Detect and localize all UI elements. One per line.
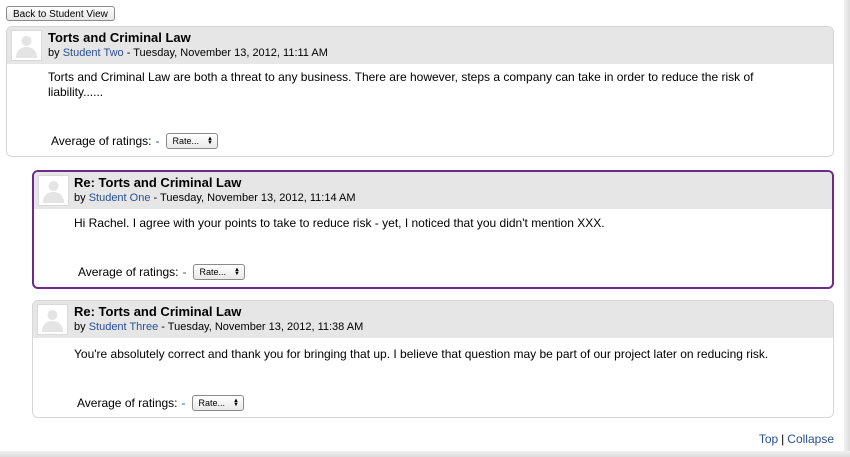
- window-shadow-bottom: [0, 451, 850, 457]
- post-message: Torts and Criminal Law are both a threat…: [48, 70, 754, 99]
- rate-select[interactable]: Rate... ▲ ▼: [191, 395, 244, 411]
- post-title: Re: Torts and Criminal Law: [74, 175, 242, 190]
- ratings-row: Average of ratings: - Rate... ▲ ▼: [78, 264, 245, 280]
- post-date: - Tuesday, November 13, 2012, 11:38 AM: [158, 321, 364, 333]
- byline-prefix: by: [74, 192, 86, 204]
- rate-select[interactable]: Rate... ▲ ▼: [165, 133, 218, 149]
- byline-prefix: by: [48, 47, 60, 59]
- up-down-arrows-icon: ▲ ▼: [233, 398, 239, 408]
- ratings-row: Average of ratings: - Rate... ▲ ▼: [77, 395, 244, 411]
- collapse-link[interactable]: Collapse: [787, 432, 834, 446]
- ratings-row: Average of ratings: - Rate... ▲ ▼: [51, 133, 218, 149]
- post-message: You're absolutely correct and thank you …: [74, 347, 769, 361]
- up-down-arrows-icon: ▲ ▼: [207, 136, 213, 146]
- post-title: Re: Torts and Criminal Law: [74, 304, 242, 319]
- post-title: Torts and Criminal Law: [48, 30, 191, 45]
- ratings-value: -: [182, 265, 187, 279]
- avatar-icon: [11, 30, 42, 61]
- up-down-arrows-icon: ▲ ▼: [234, 267, 240, 277]
- post-byline: by Student One - Tuesday, November 13, 2…: [74, 192, 356, 204]
- post-byline: by Student Three - Tuesday, November 13,…: [74, 321, 363, 333]
- ratings-label: Average of ratings:: [51, 134, 152, 148]
- footer-links: Top | Collapse: [759, 432, 834, 446]
- ratings-value: -: [181, 396, 186, 410]
- rate-select-label: Rate...: [198, 398, 226, 408]
- forum-post-reply-highlighted: Re: Torts and Criminal Law by Student On…: [32, 170, 834, 289]
- rate-select-label: Rate...: [172, 136, 200, 146]
- ratings-value: -: [155, 134, 160, 148]
- footer-separator: |: [781, 432, 785, 446]
- post-date: - Tuesday, November 13, 2012, 11:11 AM: [123, 47, 328, 59]
- author-link[interactable]: Student One: [89, 192, 151, 204]
- author-link[interactable]: Student Three: [89, 321, 159, 333]
- ratings-label: Average of ratings:: [78, 265, 179, 279]
- author-link[interactable]: Student Two: [63, 47, 124, 59]
- forum-post: Torts and Criminal Law by Student Two - …: [6, 26, 834, 157]
- ratings-label: Average of ratings:: [77, 396, 178, 410]
- rate-select-label: Rate...: [199, 267, 227, 277]
- forum-post-reply: Re: Torts and Criminal Law by Student Th…: [32, 300, 834, 418]
- avatar-icon: [37, 304, 68, 335]
- top-link[interactable]: Top: [759, 432, 778, 446]
- post-message: Hi Rachel. I agree with your points to t…: [74, 216, 605, 230]
- rate-select[interactable]: Rate... ▲ ▼: [192, 264, 245, 280]
- post-date: - Tuesday, November 13, 2012, 11:14 AM: [150, 192, 356, 204]
- byline-prefix: by: [74, 321, 86, 333]
- avatar-icon: [38, 175, 69, 206]
- window-shadow-right: [844, 0, 850, 457]
- post-byline: by Student Two - Tuesday, November 13, 2…: [48, 47, 328, 59]
- back-to-student-view-button[interactable]: Back to Student View: [6, 6, 115, 21]
